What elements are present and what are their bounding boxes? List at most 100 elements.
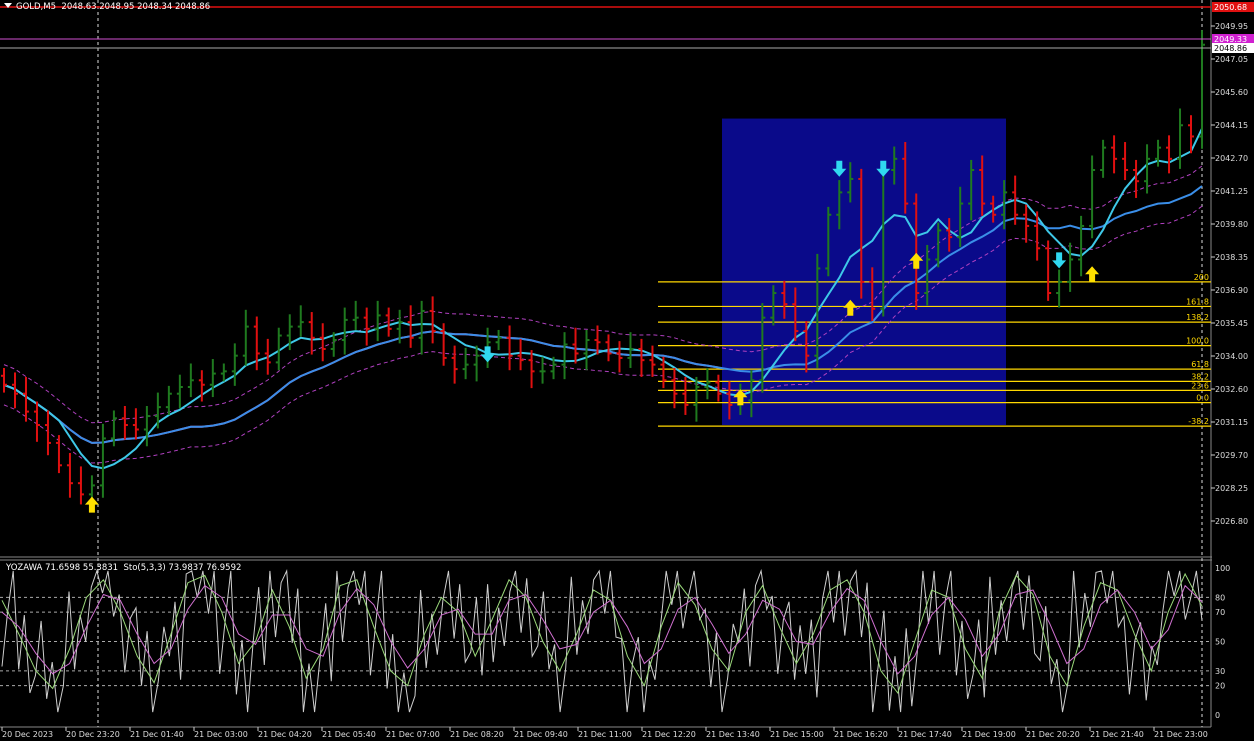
- candle: [682, 376, 689, 415]
- osc-tick-label: 80: [1215, 593, 1225, 602]
- candle: [495, 329, 502, 351]
- chart-window: 200 161.8 138.2 100.0 61.8 38.2 23.6 0.0 -38.2 2…: [0, 0, 1254, 741]
- time-tick-label: 21 Dec 20:20: [1026, 730, 1080, 739]
- time-tick-label: 21 Dec 01:40: [130, 730, 184, 739]
- osc-tick-label: 100: [1215, 564, 1230, 573]
- price-tick-label: 2028.25: [1215, 484, 1248, 493]
- candle: [187, 363, 194, 398]
- candle: [506, 325, 513, 371]
- time-tick-label: 21 Dec 03:00: [194, 730, 248, 739]
- candle: [154, 392, 161, 429]
- candle: [176, 374, 183, 409]
- osc-tick-label: 70: [1215, 608, 1225, 617]
- buy-arrow-icon: [1085, 266, 1100, 283]
- candle: [77, 466, 84, 505]
- time-tick-label: 21 Dec 11:00: [578, 730, 632, 739]
- dropdown-triangle-icon[interactable]: [4, 3, 12, 8]
- envelope-upper: [3, 165, 1203, 424]
- time-tick-label: 21 Dec 09:40: [514, 730, 568, 739]
- price-tick-label: 2049.95: [1215, 22, 1248, 31]
- time-tick-label: 21 Dec 21:40: [1090, 730, 1144, 739]
- candle: [561, 332, 568, 380]
- indicator-values: 71.6598 55.3831: [45, 563, 119, 573]
- fib-level-label: 23.6: [1191, 381, 1209, 390]
- candle: [1067, 242, 1074, 292]
- candle: [1111, 135, 1118, 174]
- candle: [374, 300, 381, 342]
- stoch-name: Sto(5,3,3): [123, 563, 166, 573]
- price-tick-label: 2042.70: [1215, 154, 1248, 163]
- sell-arrow-icon: [480, 346, 495, 363]
- price-tick-label: 2039.80: [1215, 220, 1248, 229]
- osc-tick-label: 20: [1215, 682, 1225, 691]
- buy-arrow-icon: [84, 496, 99, 513]
- candle: [715, 374, 722, 402]
- price-tick-label: 2035.45: [1215, 319, 1248, 328]
- price-tick-label: 2045.60: [1215, 88, 1248, 97]
- price-tick-label: 2041.25: [1215, 187, 1248, 196]
- candle: [44, 410, 51, 456]
- fib-level-label: -38.2: [1188, 417, 1209, 426]
- candle: [407, 305, 414, 348]
- candle: [473, 345, 480, 382]
- indicator-name: YOZAWA: [6, 563, 43, 573]
- time-tick-label: 21 Dec 13:40: [706, 730, 760, 739]
- candle: [231, 343, 238, 386]
- ma-fast-line: [3, 128, 1203, 470]
- price-tick-label: 2038.35: [1215, 253, 1248, 262]
- candle: [1056, 269, 1063, 308]
- envelope-lower: [3, 205, 1203, 464]
- ma-slow-line: [3, 185, 1203, 444]
- candle: [99, 423, 106, 498]
- chart-header: GOLD,M5 2048.63 2048.95 2048.34 2048.86: [4, 2, 210, 12]
- candle: [66, 452, 73, 498]
- price-tag-high: 2050.68: [1214, 3, 1247, 12]
- candle: [242, 309, 249, 366]
- candle: [341, 307, 348, 355]
- price-tick-label: 2034.00: [1215, 352, 1248, 361]
- price-tick-label: 2044.15: [1215, 121, 1248, 130]
- time-tick-label: 20 Dec 2023: [2, 730, 53, 739]
- candle: [605, 334, 612, 362]
- time-tick-label: 21 Dec 15:00: [770, 730, 824, 739]
- time-tick-label: 21 Dec 05:40: [322, 730, 376, 739]
- candle: [616, 341, 623, 373]
- candle: [1100, 139, 1107, 178]
- candle: [297, 305, 304, 337]
- candle: [693, 376, 700, 422]
- osc-tick-label: 30: [1215, 667, 1225, 676]
- price-tick-label: 2031.15: [1215, 418, 1248, 427]
- price-tick-label: 2036.90: [1215, 286, 1248, 295]
- fib-level-label: 38.2: [1191, 372, 1209, 381]
- symbol-label: GOLD,M5: [16, 2, 57, 12]
- candle: [528, 350, 535, 389]
- candle: [517, 338, 524, 371]
- candle: [308, 312, 315, 355]
- candle: [1, 367, 7, 393]
- candle: [704, 367, 711, 400]
- fib-level-label: 200: [1194, 273, 1209, 282]
- candle: [418, 300, 425, 355]
- fib-level-label: 0.0: [1196, 394, 1209, 403]
- candle: [462, 347, 469, 380]
- price-tick-label: 2047.05: [1215, 55, 1248, 64]
- price-chart[interactable]: 200161.8138.2100.061.838.223.60.0-38.2 2…: [0, 0, 1254, 741]
- candle: [1045, 240, 1052, 301]
- fib-level-label: 138.2: [1186, 313, 1209, 322]
- candle: [165, 385, 172, 415]
- candle: [1023, 204, 1030, 243]
- price-tick-label: 2032.60: [1215, 385, 1248, 394]
- time-tick-label: 21 Dec 16:20: [834, 730, 888, 739]
- time-tick-label: 21 Dec 07:00: [386, 730, 440, 739]
- candle: [572, 327, 579, 364]
- candle: [451, 345, 458, 384]
- candle: [1155, 139, 1162, 167]
- time-tick-label: 21 Dec 23:00: [1154, 730, 1208, 739]
- candle: [363, 307, 370, 346]
- candle: [319, 323, 326, 362]
- stoch-values: 73.9837 76.9592: [168, 563, 242, 573]
- candle: [1078, 215, 1085, 277]
- time-tick-label: 21 Dec 17:40: [898, 730, 952, 739]
- candle: [649, 345, 656, 377]
- time-tick-label: 21 Dec 19:00: [962, 730, 1016, 739]
